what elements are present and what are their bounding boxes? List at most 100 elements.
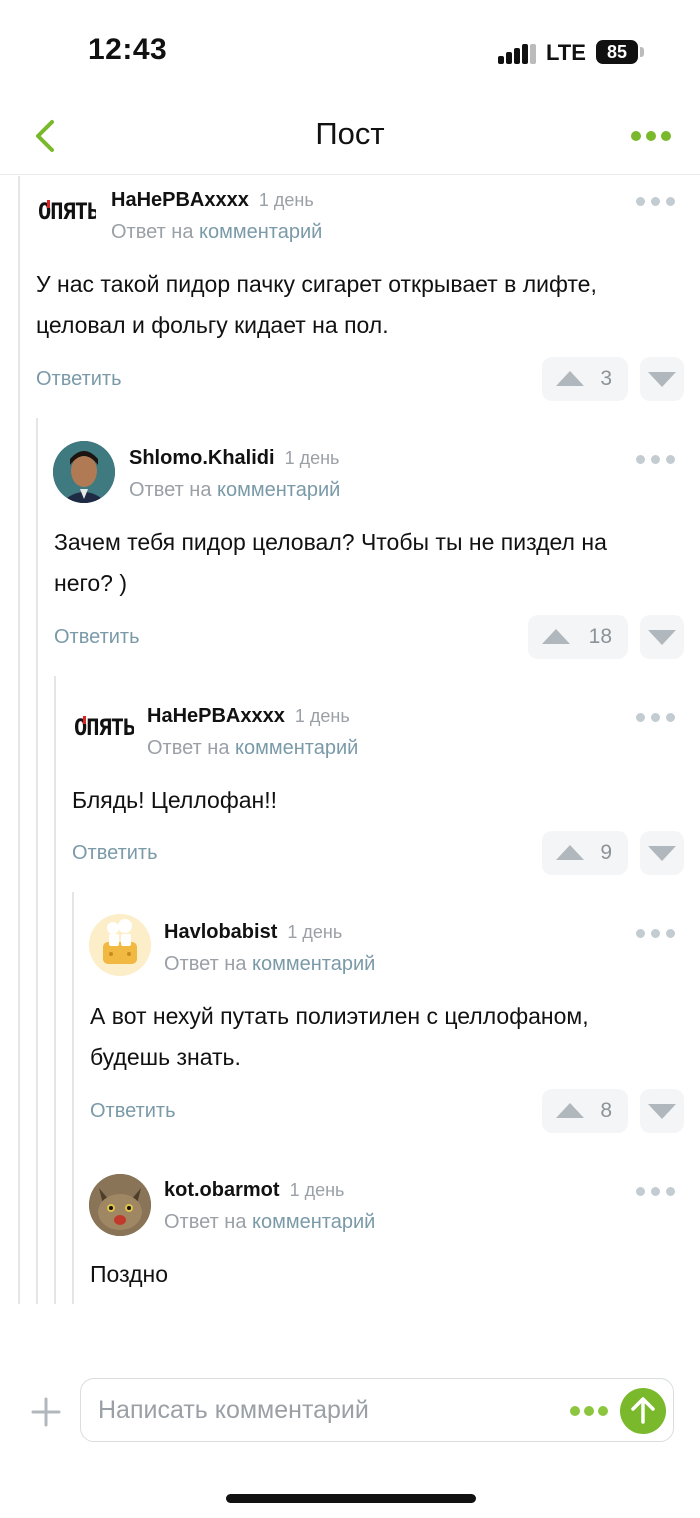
avatar[interactable] xyxy=(89,914,151,976)
comment-time: 1 день xyxy=(284,448,340,468)
comment-text: У нас такой пидор пачку сигарет открывае… xyxy=(36,264,597,346)
comment-text: Зачем тебя пидор целовал? Чтобы ты не пи… xyxy=(54,522,607,604)
reply-button[interactable]: Ответить xyxy=(72,842,158,865)
more-options-icon[interactable] xyxy=(630,126,672,146)
reply-to-link[interactable]: комментарий xyxy=(252,1211,375,1233)
battery-icon: 85 xyxy=(596,40,638,64)
reply-to-link[interactable]: комментарий xyxy=(235,737,358,759)
avatar[interactable]: ОПЯТЬ xyxy=(34,182,96,244)
arrow-up-icon xyxy=(556,845,584,860)
cat-photo-icon xyxy=(89,1174,151,1236)
upvote-button[interactable]: 9 xyxy=(542,831,628,875)
comment-author[interactable]: Havlobabist 1 день xyxy=(164,921,342,944)
page-title: Пост xyxy=(315,116,385,151)
author-name[interactable]: HaHePBAxxxx xyxy=(147,705,285,727)
arrow-up-icon xyxy=(631,1397,655,1424)
author-name[interactable]: kot.obarmot xyxy=(164,1179,280,1201)
reply-to-line: Ответ на комментарий xyxy=(147,737,358,760)
thread-line xyxy=(72,892,74,1304)
reply-button[interactable]: Ответить xyxy=(36,368,122,391)
reply-button[interactable]: Ответить xyxy=(54,626,140,649)
comment-more-icon[interactable] xyxy=(636,1184,676,1198)
signal-icon xyxy=(498,42,536,64)
arrow-down-icon xyxy=(648,630,676,645)
comment-text-line: будешь знать. xyxy=(90,1044,241,1070)
thread-line xyxy=(36,418,38,1304)
avatar[interactable] xyxy=(53,441,115,503)
comment-text-line: Поздно xyxy=(90,1261,169,1287)
arrow-down-icon xyxy=(648,372,676,387)
comment-time: 1 день xyxy=(258,190,314,210)
reply-to-line: Ответ на комментарий xyxy=(129,479,340,502)
reply-to-label: Ответ на xyxy=(111,221,194,243)
logo-accent xyxy=(47,200,50,208)
comment-text: А вот нехуй путать полиэтилен с целлофан… xyxy=(90,996,589,1078)
toaster-icon xyxy=(89,914,151,976)
author-name[interactable]: Havlobabist xyxy=(164,921,277,943)
send-button[interactable] xyxy=(620,1388,666,1434)
home-indicator[interactable] xyxy=(226,1494,476,1503)
reply-to-label: Ответ на xyxy=(164,1211,247,1233)
comment-time: 1 день xyxy=(294,706,350,726)
upvote-button[interactable]: 8 xyxy=(542,1089,628,1133)
comment-more-icon[interactable] xyxy=(636,926,676,940)
comment-author[interactable]: Shlomo.Khalidi 1 день xyxy=(129,447,339,470)
add-attachment-icon[interactable] xyxy=(30,1396,62,1428)
comment-more-icon[interactable] xyxy=(636,710,676,724)
comment-text-line: Блядь! Целлофан!! xyxy=(72,787,278,813)
boy-photo-icon xyxy=(53,441,115,503)
header-divider xyxy=(0,174,700,175)
comment-time: 1 день xyxy=(289,1180,345,1200)
comment-text-line: У нас такой пидор пачку сигарет открывае… xyxy=(36,271,597,297)
comment-text-line: Зачем тебя пидор целовал? Чтобы ты не пи… xyxy=(54,529,607,555)
upvote-button[interactable]: 18 xyxy=(528,615,628,659)
reply-to-line: Ответ на комментарий xyxy=(164,1211,375,1234)
reply-to-label: Ответ на xyxy=(147,737,230,759)
avatar[interactable] xyxy=(89,1174,151,1236)
comment-more-icon[interactable] xyxy=(636,194,676,208)
arrow-down-icon xyxy=(648,1104,676,1119)
arrow-up-icon xyxy=(542,629,570,644)
comment-text-line: А вот нехуй путать полиэтилен с целлофан… xyxy=(90,1003,589,1029)
arrow-down-icon xyxy=(648,846,676,861)
author-name[interactable]: Shlomo.Khalidi xyxy=(129,447,275,469)
reply-to-label: Ответ на xyxy=(164,953,247,975)
network-type: LTE xyxy=(546,40,586,65)
arrow-up-icon xyxy=(556,371,584,386)
avatar[interactable]: ОПЯТЬ xyxy=(72,698,134,760)
comment-text-line: целовал и фольгу кидает на пол. xyxy=(36,312,389,338)
vote-count: 3 xyxy=(600,367,612,390)
reply-to-label: Ответ на xyxy=(129,479,212,501)
downvote-button[interactable] xyxy=(640,1089,684,1133)
battery-tip xyxy=(640,47,644,57)
vote-count: 8 xyxy=(600,1099,612,1122)
downvote-button[interactable] xyxy=(640,357,684,401)
thread-line xyxy=(54,676,56,1304)
reply-to-link[interactable]: комментарий xyxy=(217,479,340,501)
vote-count: 18 xyxy=(588,625,612,648)
comment-text: Блядь! Целлофан!! xyxy=(72,780,277,821)
comment-text: Поздно xyxy=(90,1254,168,1295)
reply-button[interactable]: Ответить xyxy=(90,1100,176,1123)
reply-to-link[interactable]: комментарий xyxy=(199,221,322,243)
comment-input-placeholder[interactable]: Написать комментарий xyxy=(98,1396,369,1425)
comment-author[interactable]: kot.obarmot 1 день xyxy=(164,1179,344,1202)
downvote-button[interactable] xyxy=(640,615,684,659)
status-time: 12:43 xyxy=(88,33,168,66)
input-more-icon[interactable] xyxy=(570,1405,610,1419)
comment-author[interactable]: HaHePBAxxxx 1 день xyxy=(111,189,314,212)
arrow-up-icon xyxy=(556,1103,584,1118)
reply-to-line: Ответ на комментарий xyxy=(164,953,375,976)
comment-time: 1 день xyxy=(287,922,343,942)
reply-to-link[interactable]: комментарий xyxy=(252,953,375,975)
comment-more-icon[interactable] xyxy=(636,452,676,466)
comment-text-line: него? ) xyxy=(54,570,128,596)
downvote-button[interactable] xyxy=(640,831,684,875)
comment-author[interactable]: HaHePBAxxxx 1 день xyxy=(147,705,350,728)
author-name[interactable]: HaHePBAxxxx xyxy=(111,189,249,211)
reply-to-line: Ответ на комментарий xyxy=(111,221,322,244)
thread-line xyxy=(18,176,20,1304)
vote-count: 9 xyxy=(600,841,612,864)
logo-accent xyxy=(83,716,86,724)
upvote-button[interactable]: 3 xyxy=(542,357,628,401)
